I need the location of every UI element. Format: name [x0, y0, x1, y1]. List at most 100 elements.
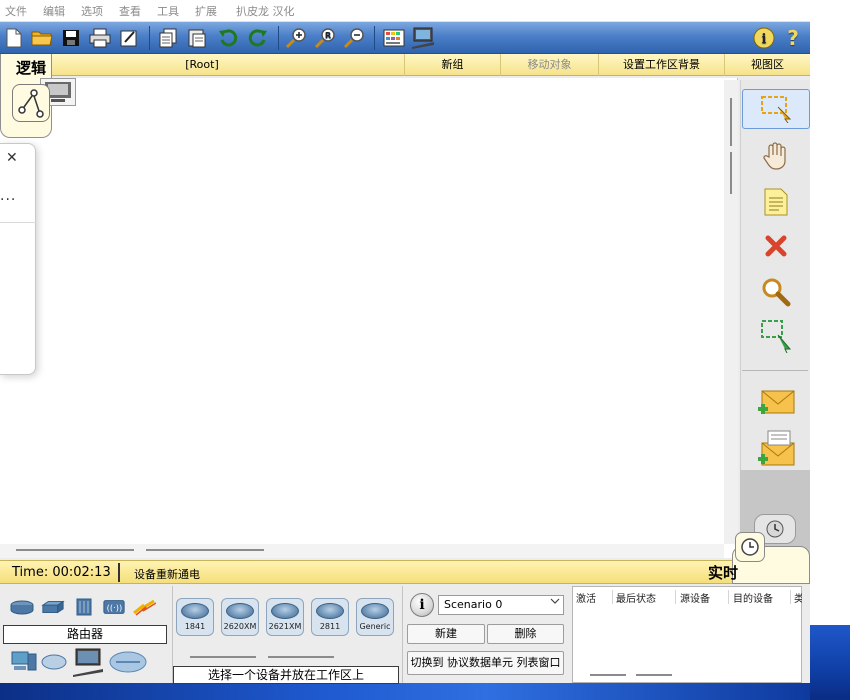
menu-edit[interactable]: 编辑: [43, 3, 65, 19]
redo-icon[interactable]: [246, 26, 270, 50]
custom-device-icon[interactable]: [411, 26, 435, 50]
connections-category-icon[interactable]: [132, 597, 156, 617]
wan-emulation-category-icon[interactable]: [40, 652, 68, 672]
print-icon[interactable]: [88, 26, 112, 50]
power-cycle-devices-button[interactable]: 设备重新通电: [134, 566, 200, 582]
main-toolbar: R i ?: [0, 22, 810, 54]
device-list-scroll-thumb-right[interactable]: [268, 656, 334, 658]
info-icon[interactable]: i: [752, 26, 776, 50]
device-list-scroll-thumb[interactable]: [190, 656, 256, 658]
new-file-icon[interactable]: [2, 26, 26, 50]
column-header-last-status[interactable]: 最后状态: [616, 590, 656, 605]
menu-view[interactable]: 查看: [119, 3, 141, 19]
router-model-label: 2811: [319, 622, 341, 631]
inspect-icon[interactable]: [745, 272, 807, 312]
column-divider: [728, 590, 729, 604]
chevron-down-icon[interactable]: [550, 596, 560, 609]
time-bar-divider: [118, 563, 120, 582]
save-icon[interactable]: [59, 26, 83, 50]
set-background-button[interactable]: 设置工作区背景: [598, 54, 724, 76]
move-object-button[interactable]: 移动对象: [500, 54, 598, 76]
viewport-button[interactable]: 视图区: [724, 54, 810, 76]
zoom-reset-icon[interactable]: R: [313, 26, 337, 50]
custom-made-devices-category-icon[interactable]: [72, 647, 104, 677]
menu-tools[interactable]: 工具: [157, 3, 179, 19]
router-model-generic[interactable]: Generic: [356, 598, 394, 636]
logical-topology-icon[interactable]: [12, 84, 50, 122]
toggle-pdu-list-button[interactable]: 切换到 协议数据单元 列表窗口: [407, 651, 564, 675]
new-cluster-button[interactable]: 新组: [404, 54, 500, 76]
event-list-scroll-thumb[interactable]: [590, 674, 626, 676]
menu-options[interactable]: 选项: [81, 3, 103, 19]
horizontal-scroll-thumb[interactable]: [16, 549, 134, 551]
svg-text:i: i: [762, 32, 767, 47]
delete-scenario-button[interactable]: 删除: [487, 624, 564, 644]
router-icon: [181, 603, 209, 619]
add-simple-pdu-icon[interactable]: [745, 382, 807, 422]
root-breadcrumb[interactable]: [Root]: [0, 54, 404, 76]
column-header-type[interactable]: 类: [794, 590, 802, 605]
menu-localization[interactable]: 扒皮龙 汉化: [236, 3, 295, 19]
horizontal-scroll-thumb-right[interactable]: [146, 549, 264, 551]
scenario-select[interactable]: Scenario 0: [438, 595, 564, 615]
elapsed-time: Time: 00:02:13: [12, 565, 111, 580]
new-scenario-button[interactable]: 新建: [407, 624, 485, 644]
copy-icon[interactable]: [156, 26, 180, 50]
column-header-source[interactable]: 源设备: [680, 590, 710, 605]
end-devices-category-icon[interactable]: [10, 650, 38, 674]
zoom-in-icon[interactable]: [284, 26, 308, 50]
switch-category-icon[interactable]: [41, 597, 65, 617]
multiuser-connection-category-icon[interactable]: [108, 649, 148, 675]
realtime-mode-label: 实时: [708, 564, 739, 582]
column-divider: [675, 590, 676, 604]
router-model-2811[interactable]: 2811: [311, 598, 349, 636]
add-complex-pdu-icon[interactable]: [745, 428, 807, 468]
realtime-clock-icon[interactable]: [735, 532, 765, 562]
workspace-vertical-scrollbar[interactable]: [724, 80, 738, 544]
scenario-info-icon[interactable]: i: [410, 593, 434, 617]
activity-wizard-icon[interactable]: [117, 26, 141, 50]
paste-icon[interactable]: [185, 26, 209, 50]
column-header-destination[interactable]: 目的设备: [733, 590, 773, 605]
router-icon: [316, 603, 344, 619]
svg-text:((·)): ((·)): [107, 603, 123, 613]
toolbar-separator: [278, 26, 279, 50]
vertical-scroll-thumb-lower[interactable]: [730, 152, 732, 194]
zoom-out-icon[interactable]: [342, 26, 366, 50]
menu-file[interactable]: 文件: [5, 3, 27, 19]
note-icon[interactable]: [745, 182, 807, 222]
close-icon[interactable]: ✕: [6, 150, 18, 166]
undo-icon[interactable]: [216, 26, 240, 50]
column-divider: [790, 590, 791, 604]
router-model-label: 1841: [184, 622, 206, 631]
router-category-icon[interactable]: [10, 597, 34, 617]
toolbar-separator: [149, 26, 150, 50]
router-model-2621xm[interactable]: 2621XM: [266, 598, 304, 636]
router-model-label: 2621XM: [268, 622, 302, 631]
device-selection-hint: 选择一个设备并放在工作区上: [173, 666, 399, 684]
resize-shape-icon[interactable]: [745, 316, 807, 356]
router-model-2620xm[interactable]: 2620XM: [221, 598, 259, 636]
delete-icon[interactable]: [745, 226, 807, 266]
logical-workspace[interactable]: [0, 78, 738, 558]
vertical-scroll-thumb[interactable]: [730, 98, 732, 146]
column-header-fire[interactable]: 激活: [576, 590, 596, 605]
workspace-horizontal-scrollbar[interactable]: [0, 544, 724, 558]
svg-text:R: R: [325, 31, 331, 40]
event-list-scroll-thumb-right[interactable]: [636, 674, 672, 676]
open-folder-icon[interactable]: [30, 26, 54, 50]
help-icon[interactable]: ?: [781, 26, 805, 50]
toolbar-separator: [374, 26, 375, 50]
logical-view-label: 逻辑: [16, 59, 47, 77]
palette-separator: [742, 370, 808, 371]
hub-category-icon[interactable]: [72, 597, 96, 617]
menu-extensions[interactable]: 扩展: [195, 3, 217, 19]
select-icon[interactable]: [742, 89, 810, 129]
wireless-category-icon[interactable]: ((·)): [102, 597, 126, 617]
router-icon: [271, 603, 299, 619]
palette-icon[interactable]: [382, 26, 406, 50]
workspace-bar: [Root] 新组 移动对象 设置工作区背景 视图区: [0, 54, 810, 76]
router-model-1841[interactable]: 1841: [176, 598, 214, 636]
device-category-label: 路由器: [3, 625, 167, 644]
hand-move-icon[interactable]: [745, 136, 807, 176]
